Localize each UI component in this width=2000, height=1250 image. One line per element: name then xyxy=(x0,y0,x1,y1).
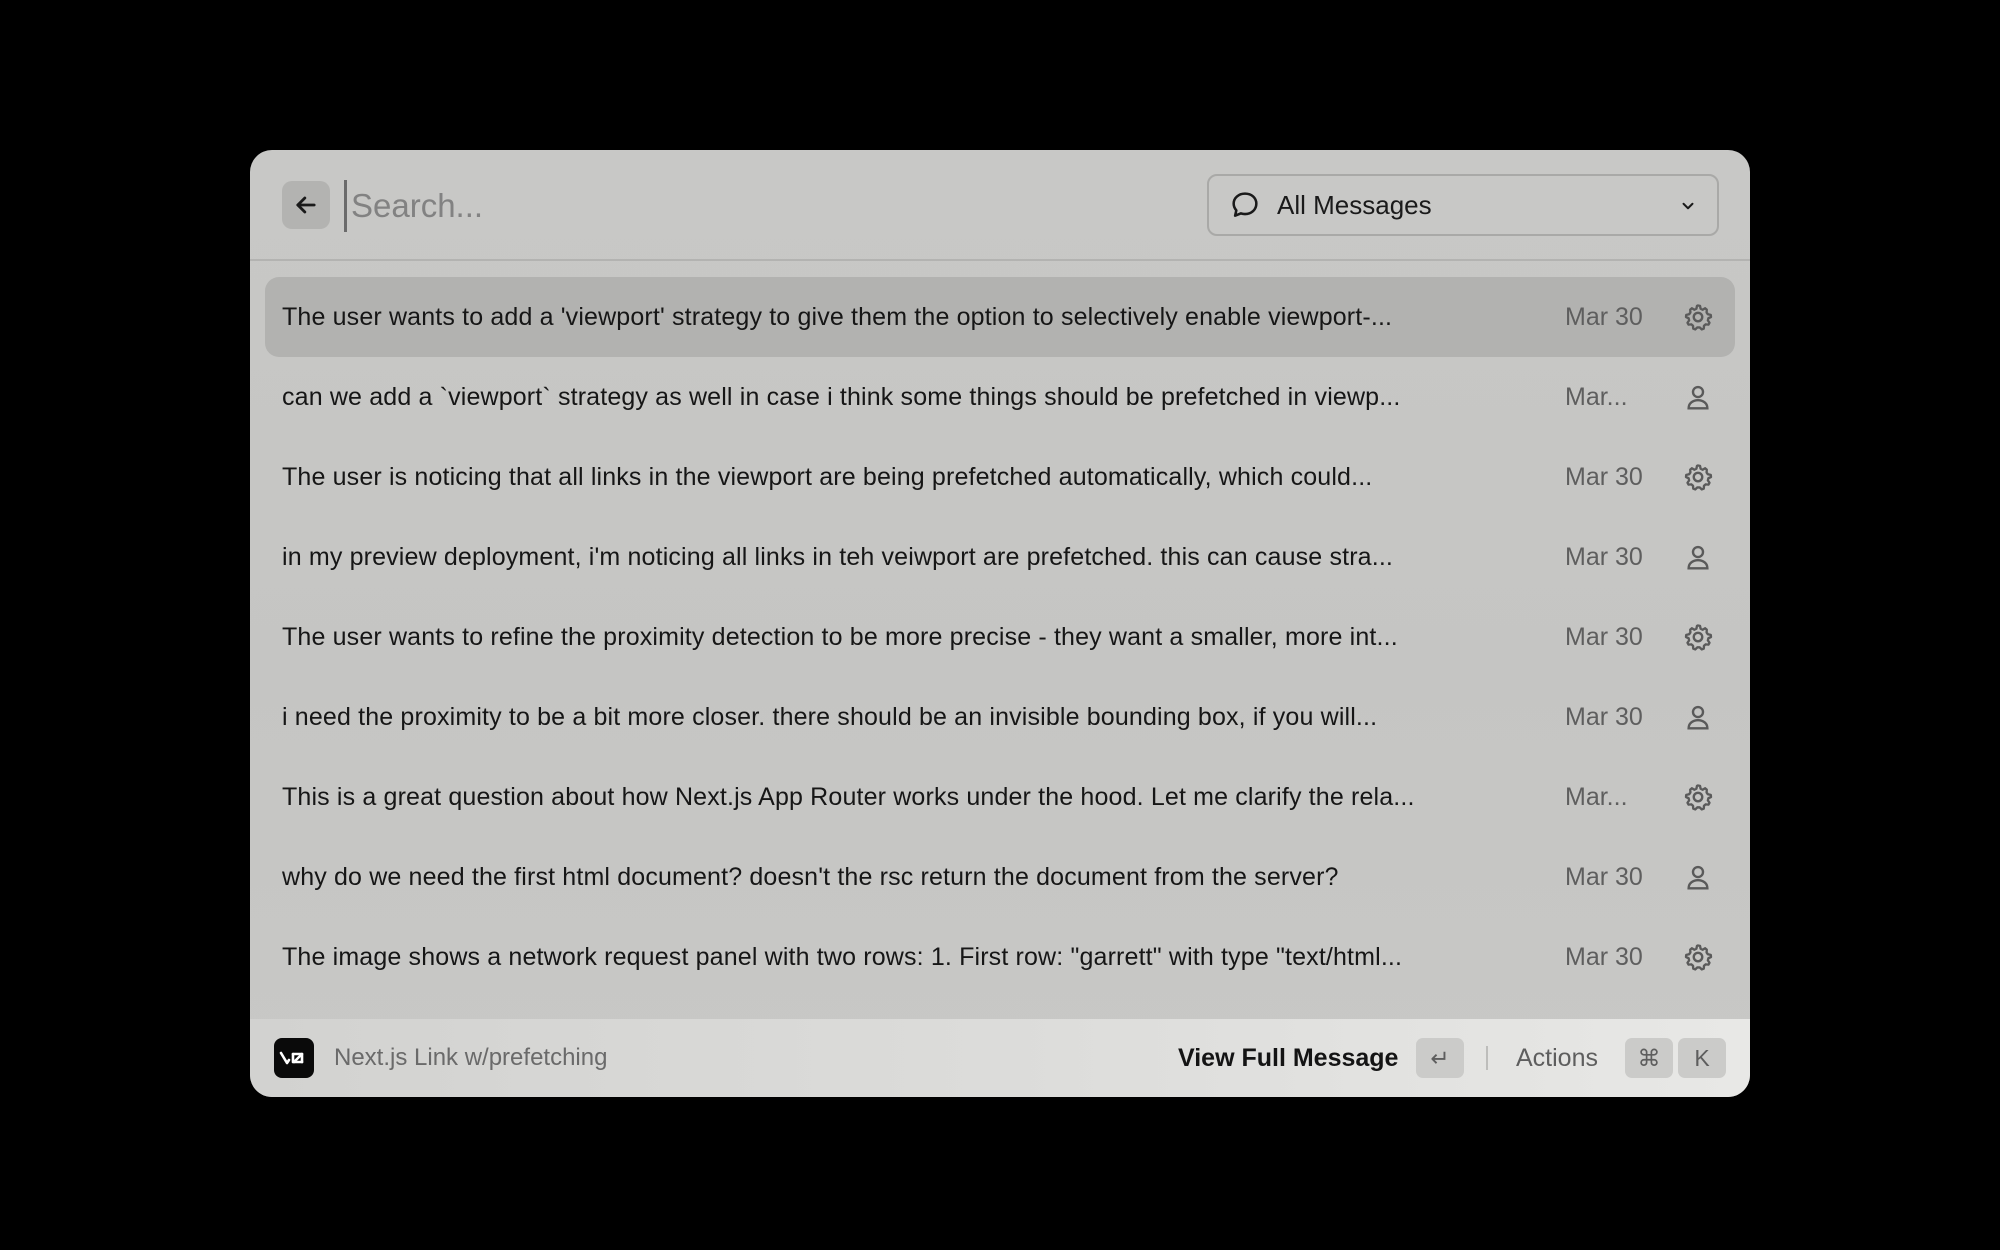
actions-button[interactable]: Actions xyxy=(1516,1019,1598,1097)
message-text: in my preview deployment, i'm noticing a… xyxy=(282,543,1394,571)
project-name: Next.js Link w/prefetching xyxy=(334,1044,608,1071)
chat-bubble-icon xyxy=(1232,192,1258,217)
message-date: Mar 30 xyxy=(1565,623,1643,651)
gear-icon xyxy=(1684,304,1713,331)
palette-header: All Messages xyxy=(250,150,1750,261)
message-row[interactable]: can we add a `viewport` strategy as well… xyxy=(265,357,1735,437)
message-date: Mar... xyxy=(1565,383,1628,411)
message-text: This is a great question about how Next.… xyxy=(282,783,1415,811)
message-list: The user wants to add a 'viewport' strat… xyxy=(265,277,1735,997)
message-date: Mar... xyxy=(1565,783,1628,811)
message-row[interactable]: The image shows a network request panel … xyxy=(265,917,1735,997)
message-date: Mar 30 xyxy=(1565,943,1643,971)
user-icon xyxy=(1687,865,1709,890)
back-button[interactable] xyxy=(282,181,330,229)
message-text: The user is noticing that all links in t… xyxy=(282,463,1373,491)
command-palette-window: All Messages The user wants to add a 'vi… xyxy=(250,150,1750,1097)
v0-logo xyxy=(274,1038,314,1078)
message-row[interactable]: i need the proximity to be a bit more cl… xyxy=(265,677,1735,757)
message-row[interactable]: This is a great question about how Next.… xyxy=(265,757,1735,837)
message-date: Mar 30 xyxy=(1565,303,1643,331)
message-row[interactable]: in my preview deployment, i'm noticing a… xyxy=(265,517,1735,597)
message-date: Mar 30 xyxy=(1565,543,1643,571)
user-icon xyxy=(1687,705,1709,730)
user-icon xyxy=(1687,545,1709,570)
k-key-hint: K xyxy=(1678,1038,1726,1078)
palette-footer: Next.js Link w/prefetching View Full Mes… xyxy=(250,1019,1750,1097)
message-text: can we add a `viewport` strategy as well… xyxy=(282,383,1401,411)
message-date: Mar 30 xyxy=(1565,703,1643,731)
message-row[interactable]: The user is noticing that all links in t… xyxy=(265,437,1735,517)
message-text: The image shows a network request panel … xyxy=(282,943,1403,971)
gear-icon xyxy=(1684,944,1713,971)
gear-icon xyxy=(1684,464,1713,491)
message-text: why do we need the first html document? … xyxy=(282,863,1339,891)
gear-icon xyxy=(1684,784,1713,811)
message-row[interactable]: why do we need the first html document? … xyxy=(265,837,1735,917)
message-row[interactable]: The user wants to add a 'viewport' strat… xyxy=(265,277,1735,357)
v0-logo-icon xyxy=(279,1051,304,1065)
view-full-message-button[interactable]: View Full Message xyxy=(1178,1019,1398,1097)
arrow-left-icon xyxy=(296,196,316,214)
enter-key-hint: ↵ xyxy=(1416,1038,1464,1078)
chevron-down-icon xyxy=(1682,202,1694,210)
user-icon xyxy=(1687,385,1709,410)
cmd-key-hint: ⌘ xyxy=(1625,1038,1673,1078)
filter-label: All Messages xyxy=(1277,189,1432,220)
search-input[interactable] xyxy=(344,180,1144,232)
message-row[interactable]: The user wants to refine the proximity d… xyxy=(265,597,1735,677)
message-date: Mar 30 xyxy=(1565,863,1643,891)
message-filter-dropdown[interactable]: All Messages xyxy=(1207,174,1719,236)
message-text: i need the proximity to be a bit more cl… xyxy=(282,703,1378,731)
gear-icon xyxy=(1684,624,1713,651)
message-date: Mar 30 xyxy=(1565,463,1643,491)
message-text: The user wants to refine the proximity d… xyxy=(282,623,1398,651)
message-text: The user wants to add a 'viewport' strat… xyxy=(282,303,1393,331)
footer-separator xyxy=(1486,1046,1488,1070)
